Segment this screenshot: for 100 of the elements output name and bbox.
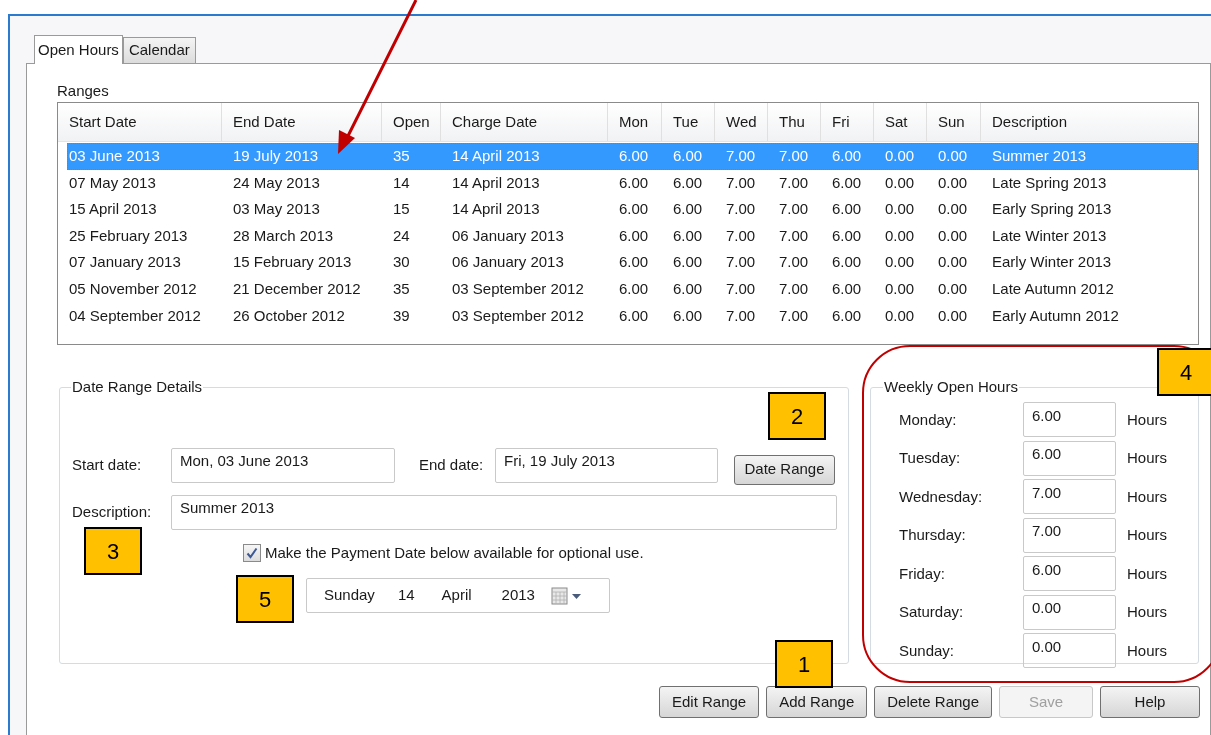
callout-number: 1 (775, 640, 833, 688)
table-cell-text: 6.00 (618, 146, 650, 167)
table-cell-text: 0.00 (884, 199, 916, 220)
table-cell-text: 7.00 (725, 146, 757, 167)
tab[interactable]: Open Hours (34, 35, 123, 64)
table-row[interactable]: 15 April 2013 03 May 2013 15 14 April 2013 6.00 6.00 7.00 7.00 6.00 0.00 0.00 Early Spring 2013 (58, 196, 1198, 223)
table-cell-text: 6.00 (831, 305, 863, 326)
day: 14 (397, 584, 415, 607)
table-cell-text: 7.00 (778, 305, 810, 326)
unit-label: Hours (1127, 563, 1167, 584)
hours-field[interactable]: 0.00 (1023, 633, 1116, 669)
table-cell-text: 6.00 (831, 279, 863, 299)
table-cell-text: 6.00 (672, 172, 704, 193)
table-cell-text: 14 (392, 172, 411, 193)
table-cell-text: 7.00 (725, 305, 757, 326)
table-cell-text: 7.00 (778, 172, 810, 193)
callout-number: 5 (236, 575, 294, 623)
table-cell-text: 24 May 2013 (232, 172, 321, 193)
table-cell-text: 14 April 2013 (451, 146, 541, 167)
table-cell-text: 7.00 (725, 225, 757, 246)
table-cell-text: 21 December 2012 (232, 279, 362, 299)
table-cell-text: Late Spring 2013 (991, 172, 1108, 193)
table-cell-text: 35 (392, 279, 411, 299)
column-header[interactable]: Sat (874, 103, 927, 141)
field-label: Description: (72, 501, 153, 522)
column-header[interactable]: Wed (715, 103, 768, 141)
table-cell-text: 7.00 (725, 172, 757, 193)
column-header[interactable]: Description (981, 103, 1198, 141)
table-cell-text: 03 September 2012 (451, 279, 585, 299)
table-cell-text: 0.00 (937, 225, 969, 246)
table-row[interactable]: 25 February 2013 28 March 2013 24 06 January 2013 6.00 6.00 7.00 7.00 6.00 0.00 0.00 Late Winter 2013 (58, 222, 1198, 250)
year: 2013 (501, 585, 535, 606)
table-cell-text: Late Autumn 2012 (991, 279, 1115, 299)
column-header[interactable]: Thu (768, 103, 821, 141)
hours-field[interactable]: 0.00 (1023, 594, 1116, 630)
tab[interactable]: Calendar (122, 37, 196, 63)
table-row[interactable]: 04 September 2012 26 October 2012 39 03 September 2012 6.00 6.00 7.00 7.00 6.00 0.00 0.00 Early Autumn 2012 (58, 302, 1198, 330)
column-header[interactable]: Fri (821, 103, 874, 141)
hours-field[interactable]: 6.00 (1023, 556, 1116, 592)
description-field[interactable]: Summer 2013 (171, 494, 837, 530)
table-cell-text: 0.00 (884, 252, 916, 273)
table-cell-text: 6.00 (618, 279, 650, 299)
table-cell-text: 05 November 2012 (68, 279, 198, 299)
date-range-button[interactable]: Date Range (734, 454, 835, 485)
column-header[interactable]: Charge Date (441, 103, 608, 141)
column-header[interactable]: Start Date (58, 103, 222, 141)
action-button[interactable]: Edit Range (659, 686, 760, 718)
day-label: Sunday: (899, 640, 956, 661)
unit-label: Hours (1127, 486, 1167, 507)
table-cell-text: 6.00 (831, 199, 863, 220)
column-header[interactable]: Mon (608, 103, 662, 141)
table-cell-text: 7.00 (725, 199, 757, 220)
table-cell-text: Summer 2013 (991, 146, 1088, 167)
table-row[interactable]: 07 January 2013 15 February 2013 30 06 January 2013 6.00 6.00 7.00 7.00 6.00 0.00 0.00 Early Winter 2013 (58, 249, 1198, 276)
table-cell-text: 07 January 2013 (68, 252, 182, 273)
hours-field[interactable]: 6.00 (1023, 440, 1116, 476)
start-date-field[interactable]: Mon, 03 June 2013 (171, 448, 395, 483)
day-label: Tuesday: (899, 448, 962, 468)
unit-label: Hours (1127, 602, 1167, 622)
table-cell-text: 7.00 (778, 279, 810, 299)
table-cell-text: 15 April 2013 (68, 199, 158, 220)
table-cell-text: 6.00 (672, 199, 704, 220)
unit-label: Hours (1127, 448, 1167, 468)
calendar-dropdown-icon[interactable] (550, 586, 583, 605)
table-cell-text: 03 September 2012 (451, 305, 585, 326)
table-row[interactable]: 07 May 2013 24 May 2013 14 14 April 2013 6.00 6.00 7.00 7.00 6.00 0.00 0.00 Late Spring 2013 (58, 169, 1198, 197)
table-cell-text: 0.00 (937, 172, 969, 193)
group-title: Weekly Open Hours (883, 377, 1019, 397)
hours-field[interactable]: 6.00 (1023, 402, 1116, 438)
table-cell-text: 28 March 2013 (232, 225, 335, 246)
table-cell-text: 0.00 (937, 146, 969, 167)
action-button[interactable]: Help (1100, 686, 1200, 718)
group-title: Date Range Details (71, 377, 204, 397)
table-cell-text: 03 May 2013 (232, 199, 321, 220)
table-cell-text: 15 February 2013 (232, 252, 353, 273)
column-header[interactable]: Open (382, 103, 441, 141)
end-date-field[interactable]: Fri, 19 July 2013 (495, 448, 718, 483)
checkbox[interactable] (243, 543, 261, 562)
table-cell-text: 6.00 (618, 199, 650, 220)
hours-field[interactable]: 7.00 (1023, 517, 1116, 553)
column-header[interactable]: Tue (662, 103, 715, 141)
table-cell-text: 07 May 2013 (68, 172, 157, 193)
table-cell-text: 26 October 2012 (232, 305, 346, 326)
table-cell-text: 35 (392, 146, 411, 167)
unit-label: Hours (1127, 525, 1167, 545)
column-header[interactable]: Sun (927, 103, 981, 141)
table-cell-text: 25 February 2013 (68, 225, 189, 246)
hours-field[interactable]: 7.00 (1023, 479, 1116, 515)
table-cell-text: 06 January 2013 (451, 252, 565, 273)
table-cell-text: 06 January 2013 (451, 225, 565, 246)
action-button[interactable]: Delete Range (874, 686, 992, 718)
day-label: Thursday: (899, 525, 967, 545)
action-button[interactable]: Add Range (766, 686, 868, 718)
table-cell-text: 7.00 (778, 225, 810, 246)
table-row[interactable]: 05 November 2012 21 December 2012 35 03 September 2012 6.00 6.00 7.00 7.00 6.00 0.00 0.00 Late Autumn 2012 (58, 275, 1198, 303)
payment-date-picker[interactable]: Sunday 14 April 2013 (306, 578, 610, 613)
table-cell-text: Early Autumn 2012 (991, 305, 1120, 326)
table-cell-text: 6.00 (672, 146, 704, 167)
table-cell-text: 0.00 (937, 199, 969, 220)
table-cell-text: Early Spring 2013 (991, 199, 1113, 220)
